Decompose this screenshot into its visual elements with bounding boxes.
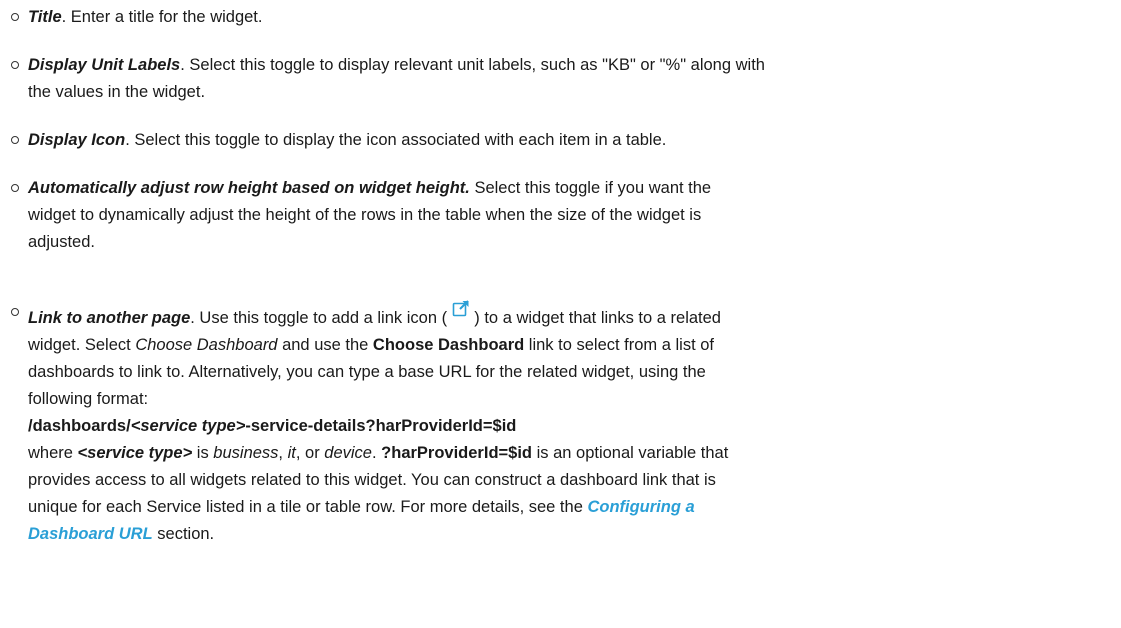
external-link-icon xyxy=(452,300,470,317)
description: , xyxy=(278,444,288,462)
term-link-to-another-page: Link to another page xyxy=(28,309,191,327)
description: . Use this toggle to add a link icon ( xyxy=(190,309,448,327)
term-auto-row-height: Automatically adjust row height based on… xyxy=(28,179,470,197)
bullet-icon xyxy=(11,13,19,21)
description: is xyxy=(192,444,214,462)
description: dashboards to link to. Alternatively, yo… xyxy=(28,363,706,381)
description: adjusted. xyxy=(28,233,95,251)
description: is an optional variable that xyxy=(532,444,729,462)
service-type: device xyxy=(324,444,372,462)
url-part: -service-details?harProviderId=$id xyxy=(245,417,517,435)
url-placeholder: <service type> xyxy=(130,417,246,435)
description: . Select this toggle to display the icon… xyxy=(125,131,667,149)
url-variable: ?harProviderId=$id xyxy=(381,444,532,462)
term-display-icon: Display Icon xyxy=(28,131,126,149)
description: and use the xyxy=(277,336,373,354)
option-name: Choose Dashboard xyxy=(135,336,278,354)
description: the values in the widget. xyxy=(28,83,206,101)
description: link to select from a list of xyxy=(524,336,715,354)
url-part: /dashboards/ xyxy=(28,417,131,435)
bullet-icon xyxy=(11,136,19,144)
bullet-icon xyxy=(11,61,19,69)
description: . Enter a title for the widget. xyxy=(61,8,263,26)
url-placeholder: <service type> xyxy=(77,444,193,462)
description: , or xyxy=(295,444,325,462)
bullet-icon xyxy=(11,308,19,316)
service-type: it xyxy=(287,444,296,462)
description: where xyxy=(28,444,78,462)
term-title: Title xyxy=(28,8,62,26)
configuring-dashboard-url-link[interactable]: Dashboard URL xyxy=(28,525,153,543)
description: Select this toggle if you want the xyxy=(469,179,712,197)
description: provides access to all widgets related t… xyxy=(28,471,716,489)
service-type: business xyxy=(213,444,279,462)
document-page: Title. Enter a title for the widget. Dis… xyxy=(0,0,1121,628)
description: widget. Select xyxy=(28,336,136,354)
description: widget to dynamically adjust the height … xyxy=(28,206,702,224)
configuring-dashboard-url-link[interactable]: Configuring a xyxy=(587,498,694,516)
description: ) to a widget that links to a related xyxy=(474,309,721,327)
description: section. xyxy=(152,525,215,543)
url-format: /dashboards/<service type>-service-detai… xyxy=(28,414,1100,439)
description: . xyxy=(371,444,382,462)
bullet-icon xyxy=(11,184,19,192)
ui-control-name: Choose Dashboard xyxy=(372,336,525,354)
description: . Select this toggle to display relevant… xyxy=(180,56,765,74)
description: unique for each Service listed in a tile… xyxy=(28,498,588,516)
term-display-unit-labels: Display Unit Labels xyxy=(28,56,181,74)
description: following format: xyxy=(28,390,149,408)
